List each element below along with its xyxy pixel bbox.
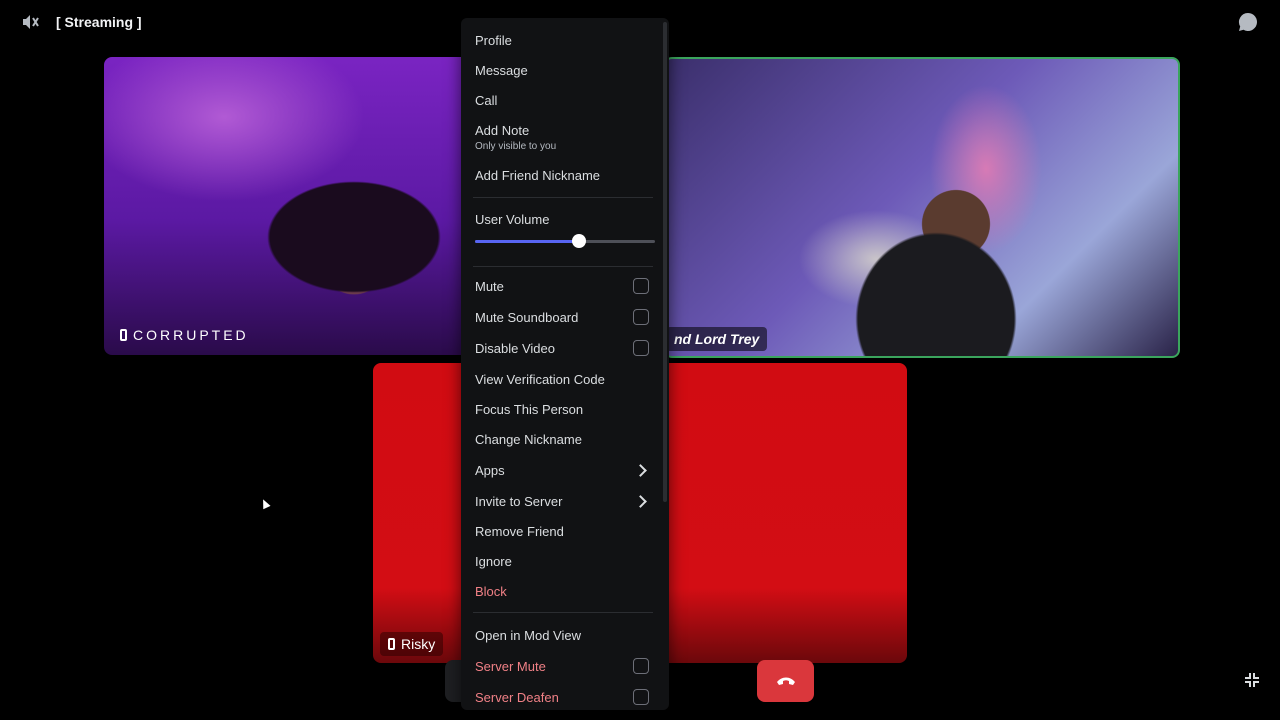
name-tag: nd Lord Trey	[666, 327, 768, 351]
slider-fill	[475, 240, 580, 243]
menu-item-server-mute[interactable]: Server Mute	[469, 652, 655, 680]
disable-video-checkbox[interactable]	[633, 340, 649, 356]
video-tile-lord-trey[interactable]: nd Lord Trey	[664, 57, 1180, 358]
end-call-button[interactable]	[757, 660, 814, 702]
menu-separator	[473, 612, 653, 613]
menu-label: Disable Video	[475, 340, 555, 356]
user-context-menu: Profile Message Call Add Note Only visib…	[461, 18, 669, 710]
slider-thumb[interactable]	[572, 234, 587, 248]
menu-item-mute[interactable]: Mute	[469, 272, 655, 300]
menu-item-change-nickname[interactable]: Change Nickname	[469, 425, 655, 453]
participant-name: nd Lord Trey	[674, 331, 760, 347]
menu-item-remove-friend[interactable]: Remove Friend	[469, 517, 655, 545]
menu-label: Ignore	[475, 553, 512, 569]
menu-label: Block	[475, 583, 507, 599]
menu-item-profile[interactable]: Profile	[469, 26, 655, 54]
mobile-phone-icon	[120, 329, 127, 341]
speaker-muted-icon[interactable]	[20, 12, 40, 32]
add-note-text: Add Note Only visible to you	[475, 123, 556, 152]
menu-label: Add Friend Nickname	[475, 167, 600, 183]
user-volume-slider[interactable]	[475, 234, 655, 248]
menu-item-mute-soundboard[interactable]: Mute Soundboard	[469, 303, 655, 331]
menu-sublabel: Only visible to you	[475, 140, 557, 152]
server-deafen-checkbox[interactable]	[633, 689, 649, 705]
collapse-icon[interactable]	[1243, 671, 1261, 689]
menu-label: Change Nickname	[475, 431, 582, 447]
menu-item-disable-video[interactable]: Disable Video	[469, 334, 655, 362]
name-tag: Risky	[380, 632, 444, 656]
chevron-right-icon	[634, 463, 647, 477]
chevron-right-icon	[634, 494, 647, 508]
menu-label: Profile	[475, 32, 512, 48]
participant-name: Risky	[401, 636, 436, 652]
menu-separator	[473, 266, 653, 267]
mouse-cursor	[259, 497, 271, 510]
menu-item-apps[interactable]: Apps	[469, 456, 655, 484]
menu-item-server-deafen[interactable]: Server Deafen	[469, 683, 655, 710]
menu-item-block[interactable]: Block	[469, 577, 655, 605]
menu-item-add-friend-nickname[interactable]: Add Friend Nickname	[469, 161, 655, 189]
menu-label: Mute Soundboard	[475, 309, 579, 325]
menu-label: Apps	[475, 462, 505, 478]
mute-soundboard-checkbox[interactable]	[633, 309, 649, 325]
mobile-phone-icon	[388, 638, 395, 650]
server-mute-checkbox[interactable]	[633, 658, 649, 674]
menu-item-view-verification-code[interactable]: View Verification Code	[469, 365, 655, 393]
menu-item-ignore[interactable]: Ignore	[469, 547, 655, 575]
menu-separator	[473, 197, 653, 198]
menu-item-add-note[interactable]: Add Note Only visible to you	[469, 118, 655, 156]
user-volume-label: User Volume	[475, 212, 550, 227]
menu-label: Invite to Server	[475, 493, 563, 509]
participant-name: CORRUPTED	[133, 327, 249, 343]
menu-label: Server Deafen	[475, 689, 559, 705]
menu-item-call[interactable]: Call	[469, 86, 655, 114]
name-tag: CORRUPTED	[112, 323, 257, 347]
menu-item-message[interactable]: Message	[469, 56, 655, 84]
menu-label: Mute	[475, 278, 504, 294]
menu-item-invite-to-server[interactable]: Invite to Server	[469, 487, 655, 515]
menu-scrollbar[interactable]	[663, 22, 667, 502]
menu-label: Remove Friend	[475, 523, 564, 539]
chat-bubble-icon[interactable]	[1238, 12, 1258, 32]
menu-label: Server Mute	[475, 658, 546, 674]
menu-item-focus-this-person[interactable]: Focus This Person	[469, 395, 655, 423]
menu-label: View Verification Code	[475, 371, 605, 387]
menu-item-open-in-mod-view[interactable]: Open in Mod View	[469, 621, 655, 649]
menu-label: Open in Mod View	[475, 627, 581, 643]
mute-checkbox[interactable]	[633, 278, 649, 294]
menu-label: Add Note	[475, 122, 530, 138]
video-tile-corrupted[interactable]: CORRUPTED	[104, 57, 476, 355]
menu-label: Message	[475, 62, 528, 78]
menu-label: Focus This Person	[475, 401, 584, 417]
hangup-icon	[776, 677, 795, 685]
channel-title: [ Streaming ]	[56, 14, 142, 30]
menu-label: Call	[475, 92, 498, 108]
